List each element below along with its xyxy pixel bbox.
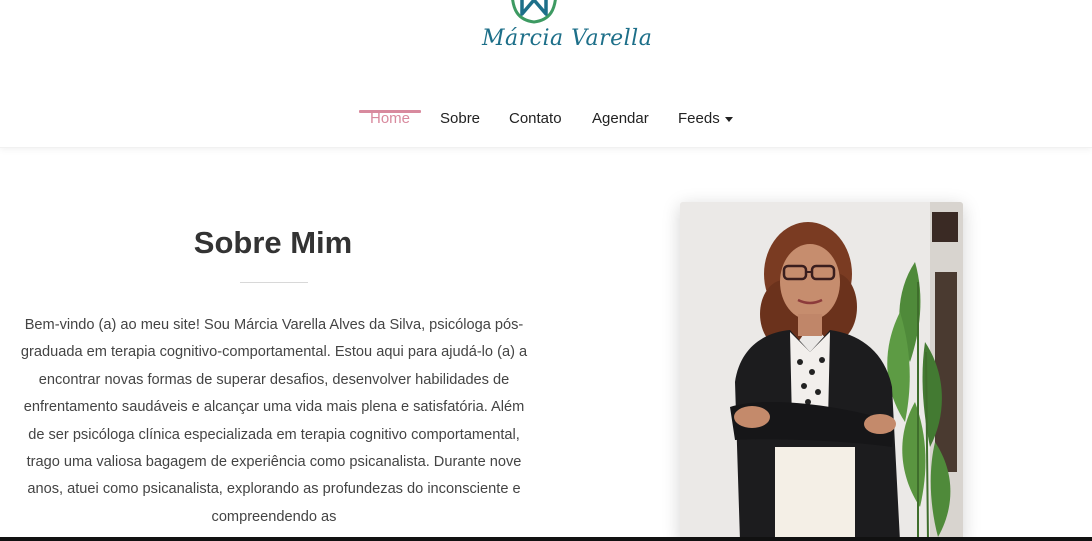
site-header: Márcia Varella Home Sobre Contato Agenda…	[0, 0, 1092, 148]
about-paragraph: Bem-vindo (a) ao meu site! Sou Márcia Va…	[20, 317, 528, 525]
title-divider	[240, 282, 308, 283]
site-logo[interactable]: Márcia Varella	[470, 0, 652, 70]
nav-item-feeds-label: Feeds	[678, 110, 720, 127]
nav-item-agendar[interactable]: Agendar	[592, 110, 649, 127]
nav-item-contato[interactable]: Contato	[509, 110, 562, 127]
about-title: Sobre Mim	[193, 225, 353, 260]
portrait-image	[680, 202, 963, 541]
nav-item-feeds[interactable]: Feeds	[678, 110, 733, 127]
main-nav: Home Sobre Contato Agendar Feeds	[0, 110, 1092, 140]
nav-active-indicator	[359, 110, 421, 113]
profile-photo	[680, 202, 963, 541]
nav-item-sobre[interactable]: Sobre	[440, 110, 480, 127]
caret-down-icon	[724, 116, 733, 122]
viewport-bottom-edge	[0, 537, 1092, 541]
logo-text: Márcia Varella	[482, 26, 653, 51]
